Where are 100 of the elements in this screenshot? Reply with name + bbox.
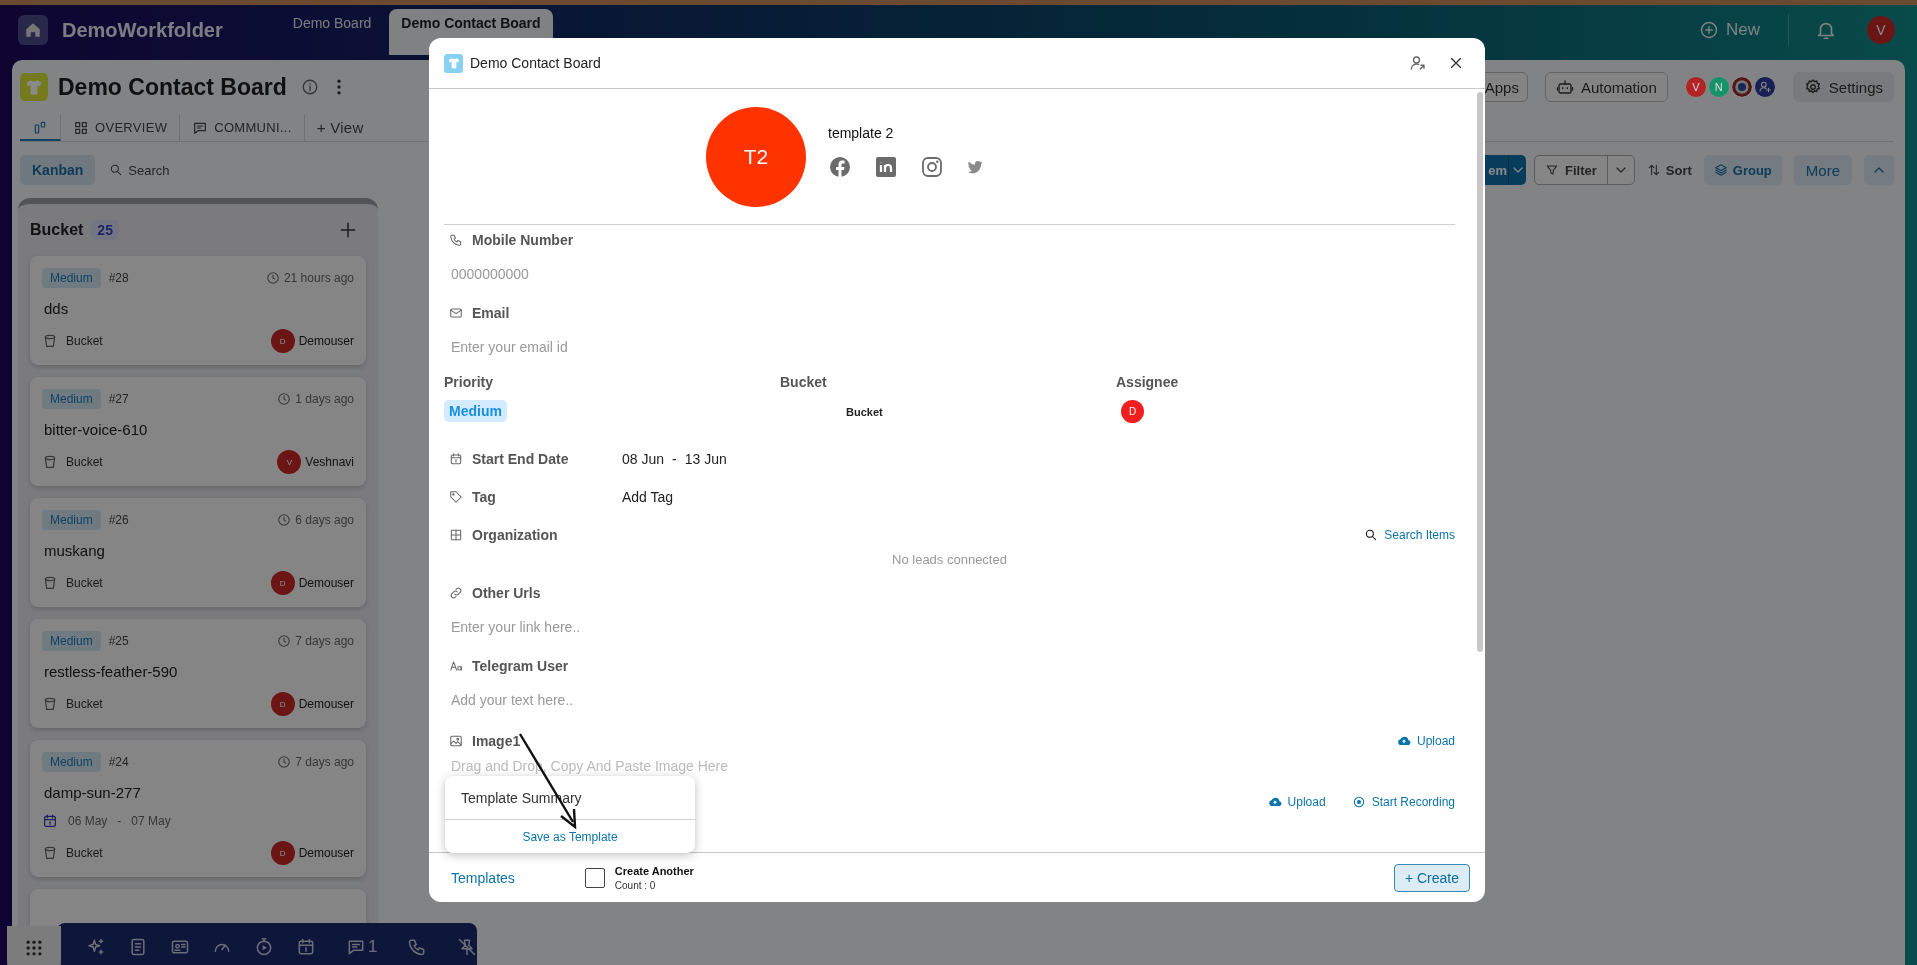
add-icon[interactable] [338,220,358,240]
task-card[interactable]: Medium #24 7 days ago damp-sun-277 06 May - 07 May Bucket D Demouser [30,740,366,877]
contact-avatar: T2 [706,107,806,207]
sort-button[interactable]: Sort [1646,162,1692,178]
cloud-upload-icon [1267,795,1282,809]
dialog-title: Demo Contact Board [470,55,601,71]
clock-icon [277,513,292,527]
view-tab[interactable]: OVERVIEW [61,114,181,141]
time-label: 7 days ago [295,634,354,648]
time-label: 6 days ago [295,513,354,527]
linkedin-icon[interactable] [874,155,898,179]
user-share-icon[interactable] [1409,54,1427,72]
tag-icon [449,490,463,504]
field-label: Mobile Number [472,232,574,248]
view-tab[interactable]: COMMUNI... [180,114,305,141]
search-button[interactable]: Search [109,162,170,178]
field-label: Start End Date [472,451,569,467]
home-button[interactable] [18,15,48,45]
task-card[interactable]: Medium #27 1 days ago bitter-voice-610 Bucket V Veshnavi [30,377,366,486]
assignee-avatar[interactable]: D [1121,400,1144,423]
create-another-checkbox[interactable] [584,867,605,888]
column-title: Bucket [30,221,84,239]
priority-badge: Medium [42,631,101,651]
document-icon [128,936,148,957]
member-avatar[interactable]: N [1707,76,1730,98]
grid-icon [73,119,89,136]
calendar-icon [449,452,463,466]
calendar-icon [42,813,58,829]
assignee-avatar: D [270,329,295,353]
scrollbar[interactable] [1477,92,1483,652]
group-button[interactable]: Group [1703,155,1782,185]
end-date: 07 May [131,814,171,828]
user-avatar[interactable]: V [1867,16,1895,44]
member-avatar[interactable]: V [1684,76,1707,98]
create-button[interactable]: + Create [1393,863,1470,892]
plus-circle-icon [1699,20,1719,40]
task-number: #25 [108,634,129,648]
view-tab[interactable] [20,114,61,141]
record-button[interactable]: Start Recording [1351,795,1455,809]
new-button[interactable]: New [1699,20,1760,40]
upload-button[interactable]: Upload [1267,795,1326,809]
assignee-name: Demouser [298,697,354,711]
avatar-picture-icon[interactable] [1730,76,1753,98]
shirt-icon [20,73,48,101]
search-icon [109,163,124,177]
bird-icon[interactable] [966,158,984,176]
bucket-icon [42,845,58,861]
priority-badge: Medium [42,268,101,288]
task-title: damp-sun-277 [43,784,142,801]
assignee-avatar: D [270,692,295,716]
board-tab[interactable]: Demo Board [280,9,384,55]
start-date: 06 May [68,814,108,828]
instagram-icon[interactable] [920,155,944,179]
field-label: Priority [444,374,494,390]
font-icon [449,659,463,673]
bucket-label: Bucket [66,334,103,348]
upload-button[interactable]: Upload [1396,734,1455,748]
facebook-icon[interactable] [828,155,852,179]
priority-badge[interactable]: Medium [444,400,507,422]
bucket-value[interactable]: Bucket [846,406,1116,418]
add-view-button[interactable]: + View [304,114,376,141]
clock-icon [265,271,280,285]
bucket-label: Bucket [66,576,103,590]
kanban-button[interactable]: Kanban [20,155,96,185]
table-icon [449,528,463,542]
bucket-label: Bucket [66,846,103,860]
automation-button[interactable]: Automation [1544,72,1668,102]
save-template-link[interactable]: Save as Template [445,820,695,853]
empty-message: No leads connected [891,552,1008,567]
more-button[interactable]: More [1793,155,1852,185]
sparkle-icon [86,936,106,957]
layers-icon [1713,163,1728,177]
start-date[interactable]: 08 Jun [622,451,665,467]
add-member-icon[interactable] [1753,76,1776,98]
info-icon[interactable] [300,78,319,96]
field-label: Image1 [472,733,521,749]
task-number: #27 [108,392,129,406]
settings-icon [1803,78,1822,96]
task-card[interactable]: Medium #28 21 hours ago dds Bucket D Demouser [30,256,366,365]
field-label: Telegram User [472,658,569,674]
chat-button[interactable]: 1 [335,926,389,965]
search-items-button[interactable]: Search Items [1364,528,1455,542]
task-card[interactable]: Medium #26 6 days ago muskang Bucket D Demouser [30,498,366,607]
end-date[interactable]: 13 Jun [684,451,727,467]
apps-grid-button[interactable] [7,926,61,965]
task-title: muskang [43,542,106,559]
filter-icon [1545,163,1559,177]
time-label: 1 days ago [295,392,354,406]
task-number: #26 [108,513,129,527]
field-label: Bucket [780,374,828,390]
time-label: 21 hours ago [283,271,354,285]
settings-button[interactable]: Settings [1792,72,1894,102]
mail-icon [449,306,463,320]
task-card[interactable]: Medium #25 7 days ago restless-feather-590 Bucket D Demouser [30,619,366,728]
add-tag-link[interactable]: Add Tag [622,489,674,505]
field-label: Tag [472,489,496,505]
templates-link[interactable]: Templates [443,869,523,886]
assignee-name: Demouser [298,576,354,590]
bucket-icon [42,454,58,470]
caret-button[interactable] [1508,155,1526,185]
